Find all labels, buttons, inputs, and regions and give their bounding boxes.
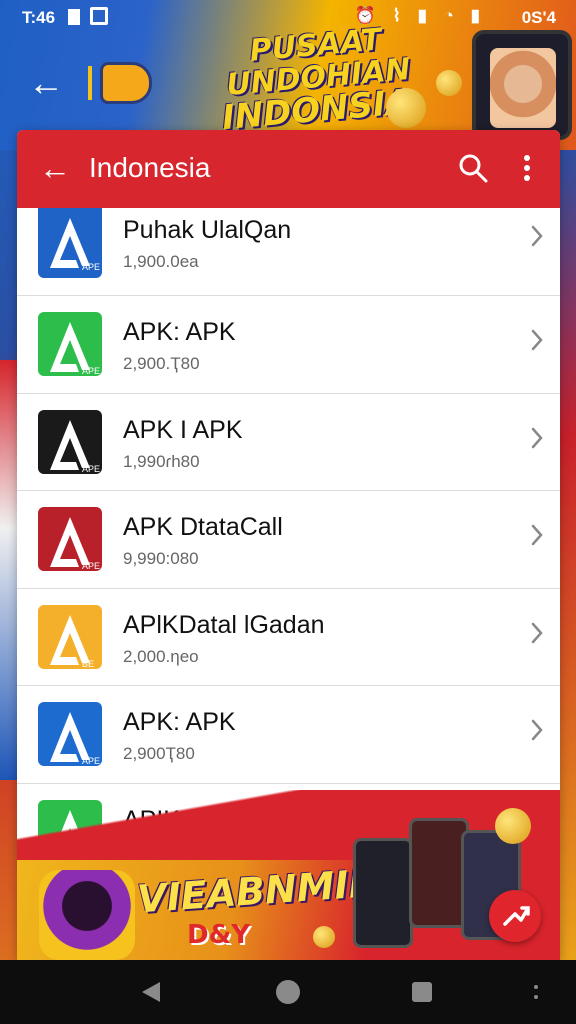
- nav-menu-icon[interactable]: [534, 984, 538, 1000]
- chevron-right-icon[interactable]: [530, 224, 544, 248]
- app-bar: ← Indonesia: [17, 130, 560, 208]
- system-nav-bar: [0, 960, 576, 1024]
- app-icon: APE: [38, 702, 102, 766]
- chevron-right-icon[interactable]: [530, 523, 544, 547]
- nav-recents-icon[interactable]: [412, 982, 432, 1002]
- search-icon[interactable]: [457, 152, 489, 184]
- coin-icon: [386, 88, 426, 128]
- app-size: 2,900Ҭ80: [123, 744, 195, 763]
- app-icon: BE: [38, 604, 102, 669]
- coin-icon: [436, 70, 462, 96]
- banner-phone-image: [472, 30, 572, 140]
- app-name: APK DtataCall: [123, 513, 283, 541]
- app-size: 1,900.0ea: [123, 252, 199, 271]
- app-size: 9,990:080: [123, 549, 199, 568]
- promo-phone-image: [409, 818, 469, 928]
- banner-divider: [88, 66, 92, 100]
- casino-badge-icon: [39, 870, 135, 960]
- app-size: 2,900.Ҭ80: [123, 354, 200, 373]
- banner-back-arrow-icon[interactable]: ←: [28, 62, 64, 104]
- promo-banner[interactable]: VIEABNMIRA D&Y: [17, 790, 560, 960]
- sim-icon: [68, 9, 80, 25]
- app-name: Puhak UlalQan: [123, 216, 292, 244]
- coin-icon: [313, 926, 335, 948]
- screenshot-icon: [90, 7, 108, 25]
- app-icon-label: APE: [82, 366, 100, 376]
- status-time: T:46: [22, 8, 56, 27]
- list-item[interactable]: APE APK DtataCall 9,990:080: [17, 491, 560, 589]
- app-size: 2,000.ηeo: [123, 646, 199, 666]
- chevron-right-icon[interactable]: [530, 426, 544, 450]
- app-icon-label: APE: [82, 756, 100, 766]
- app-list: APE Puhak UlalQan 1,900.0ea APE APK: APK 2,90…: [17, 208, 560, 881]
- app-name: APlKDatal lGadan: [123, 610, 325, 639]
- nav-home-icon[interactable]: [276, 980, 300, 1004]
- chevron-right-icon[interactable]: [530, 621, 544, 645]
- chevron-right-icon[interactable]: [530, 328, 544, 352]
- back-arrow-icon[interactable]: ←: [39, 150, 71, 187]
- status-battery-text: 0S'4: [521, 8, 556, 27]
- promo-phone-image: [353, 838, 413, 948]
- app-icon-label: APE: [82, 464, 100, 474]
- megaphone-icon: [100, 62, 152, 104]
- promo-action-button[interactable]: [489, 890, 541, 942]
- app-icon: APE: [38, 409, 102, 474]
- promo-subtext: D&Y: [187, 920, 251, 950]
- page-title: Indonesia: [89, 152, 211, 183]
- app-size: 1,990ɾh80: [123, 451, 200, 471]
- app-icon-label: APE: [82, 561, 100, 571]
- share-arrow-icon: [503, 906, 530, 926]
- coin-icon: [495, 808, 531, 844]
- app-icon-label: APE: [82, 262, 100, 272]
- more-vert-icon[interactable]: [517, 150, 537, 186]
- list-item[interactable]: APE APK I APK 1,990ɾh80: [17, 394, 560, 491]
- app-icon: APE: [38, 208, 102, 278]
- app-name: APK I APK: [123, 415, 243, 444]
- list-item[interactable]: APE APK: APK 2,900.Ҭ80: [17, 296, 560, 394]
- list-item[interactable]: APE Puhak UlalQan 1,900.0ea: [17, 208, 560, 296]
- app-name: APK: APK: [123, 708, 236, 736]
- chevron-right-icon[interactable]: [530, 718, 544, 742]
- app-icon: APE: [38, 312, 102, 376]
- nav-back-icon[interactable]: [140, 980, 162, 1004]
- app-name: APK: APK: [123, 318, 236, 346]
- app-icon-label: BE: [82, 659, 94, 669]
- app-icon: APE: [38, 507, 102, 571]
- list-item[interactable]: APE APK: APK 2,900Ҭ80: [17, 686, 560, 784]
- list-item[interactable]: BE APlKDatal lGadan 2,000.ηeo: [17, 589, 560, 686]
- person-photo: [490, 48, 556, 128]
- status-bar: T:46 ⏰ ⌇ ▮ ◔ ▮ 0S'4: [0, 0, 576, 34]
